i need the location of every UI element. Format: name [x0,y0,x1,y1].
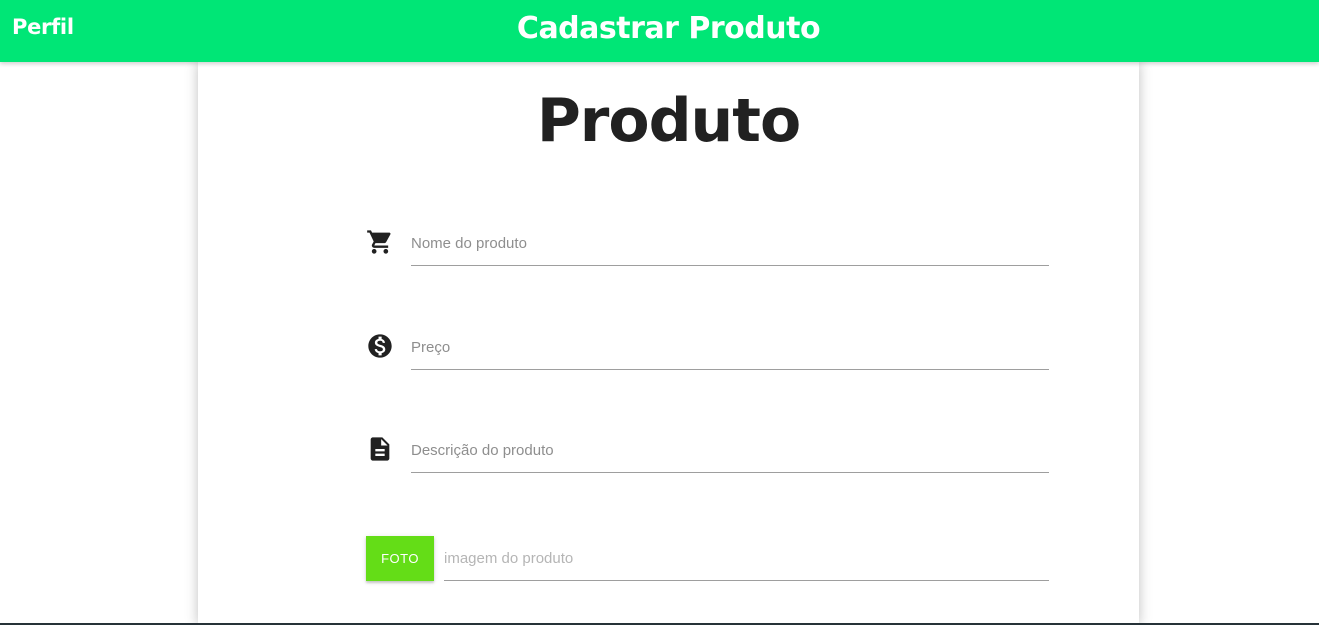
description-input[interactable] [411,429,1049,473]
top-navbar: Perfil Cadastrar Produto [0,0,1319,62]
shopping-cart-icon [366,228,394,256]
photo-upload-button[interactable]: FOTO [366,536,434,581]
product-name-input[interactable] [411,222,1049,266]
price-field [366,326,1049,376]
photo-upload-field: FOTO [366,536,1049,582]
price-input[interactable] [411,326,1049,370]
photo-path-input[interactable] [444,536,1049,581]
product-name-field [366,222,1049,272]
monetization-icon [366,332,394,360]
form-heading: Produto [536,86,801,156]
page-title: Cadastrar Produto [516,11,821,46]
description-field [366,429,1049,479]
description-icon [366,435,394,463]
